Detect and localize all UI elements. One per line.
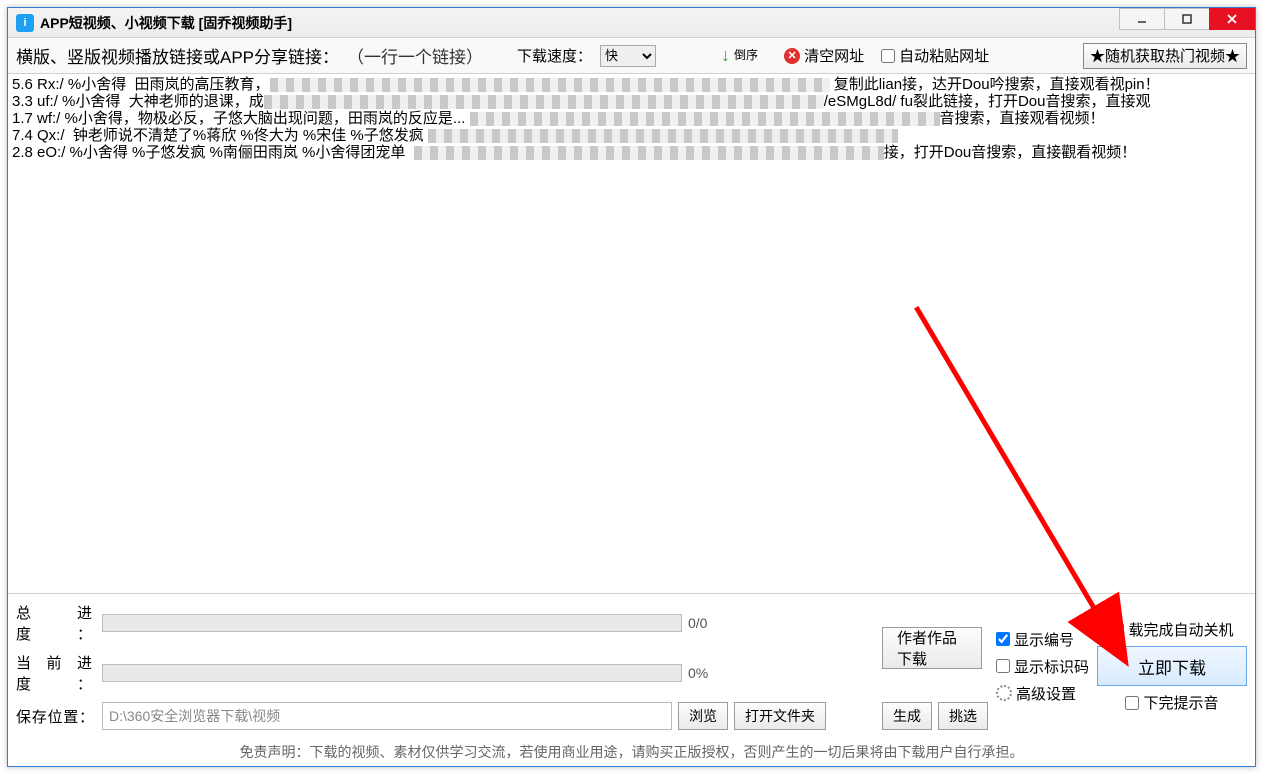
download-now-button[interactable]: 立即下载 [1097,646,1247,686]
toolbar-title: 横版、竖版视频播放链接或APP分享链接： [16,43,339,68]
auto-paste-checkbox[interactable]: 自动粘贴网址 [881,45,989,66]
generate-button[interactable]: 生成 [882,702,932,730]
current-progress-label: 当前进度： [16,652,94,694]
app-icon: i [16,14,34,32]
total-progress-label: 总 进 度： [16,602,94,644]
toolbar-hint: （一行一个链接） [347,43,483,68]
save-path-input[interactable] [102,702,672,730]
disclaimer-text: 免责声明：下载的视频、素材仅供学习交流，若使用商业用途，请购买正版授权，否则产生… [16,738,1247,762]
bottom-panel: 总 进 度： 0/0 作者作品下载 显示编号 显示标识码 高级设置 载完成自动关… [8,594,1255,766]
show-id-checkbox[interactable]: 显示标识码 [996,656,1089,677]
gear-icon [996,685,1012,701]
done-sound-checkbox[interactable]: 下完提示音 [1125,692,1218,713]
current-progress-value: 0% [688,665,708,681]
total-progress-bar [102,614,682,632]
titlebar: i APP短视频、小视频下载 [固乔视频助手] [8,8,1255,38]
random-hot-button[interactable]: ★随机获取热门视频★ [1083,43,1247,69]
reverse-button[interactable]: ↓ 倒序 [712,44,767,68]
current-progress-bar [102,664,682,682]
pick-button[interactable]: 挑选 [938,702,988,730]
author-works-download-button[interactable]: 作者作品下载 [882,627,982,669]
speed-select[interactable]: 快 [600,45,656,67]
window-title: APP短视频、小视频下载 [固乔视频助手] [40,13,292,33]
clear-urls-button[interactable]: ✕ 清空网址 [775,44,873,68]
browse-button[interactable]: 浏览 [678,702,728,730]
advanced-settings-button[interactable]: 高级设置 [996,683,1076,704]
url-textarea[interactable]: 5.6 Rx:/ %小舍得 田雨岚的高压教育， 复制此lian接，达开Dou吟搜… [8,74,1255,593]
total-progress-value: 0/0 [688,615,707,631]
save-path-label: 保存位置： [16,706,94,727]
clear-icon: ✕ [784,48,800,64]
speed-label: 下载速度： [517,45,592,66]
minimize-button[interactable] [1119,8,1165,30]
maximize-button[interactable] [1164,8,1210,30]
show-index-checkbox[interactable]: 显示编号 [996,629,1074,650]
auto-shutdown-checkbox[interactable]: 载完成自动关机 [1110,619,1233,640]
close-button[interactable] [1209,8,1255,30]
open-folder-button[interactable]: 打开文件夹 [734,702,826,730]
down-arrow-icon: ↓ [721,45,730,66]
toolbar: 横版、竖版视频播放链接或APP分享链接： （一行一个链接） 下载速度： 快 ↓ … [8,38,1255,74]
